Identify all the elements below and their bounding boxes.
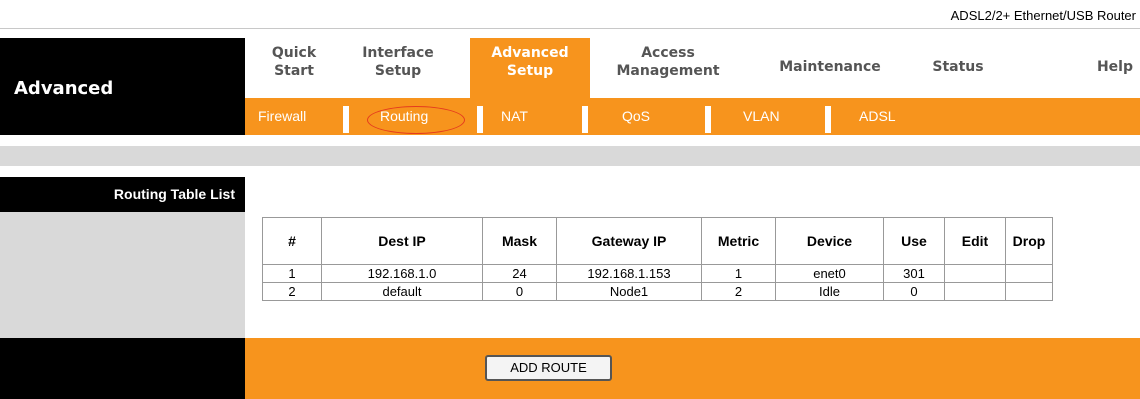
nav-label: Status [932,59,984,75]
table-cell: default [321,282,483,301]
nav-label: Help [1096,59,1134,75]
drop-cell[interactable] [1005,264,1053,283]
highlight-circle [367,106,465,134]
footer-left-panel [0,338,245,399]
table-cell: Idle [775,282,884,301]
routing-table: # Dest IP Mask Gateway IP Metric Device … [262,217,1053,301]
column-header: Drop [1005,217,1053,265]
separator-band [0,146,1140,166]
left-panel [0,212,245,338]
subnav-separator [705,106,711,133]
nav-quick-start[interactable]: Quick Start [263,44,325,80]
column-header: # [262,217,322,265]
table-cell: 0 [883,282,945,301]
column-header: Metric [701,217,776,265]
subnav-separator [825,106,831,133]
section-label: Routing Table List [0,177,245,212]
subnav-qos[interactable]: QoS [622,98,650,135]
nav-access-management[interactable]: Access Management [613,44,723,80]
table-header-row: # Dest IP Mask Gateway IP Metric Device … [262,217,1053,265]
table-cell: 0 [482,282,557,301]
drop-cell[interactable] [1005,282,1053,301]
table-cell: 192.168.1.153 [556,264,702,283]
nav-maintenance[interactable]: Maintenance [775,58,885,76]
subnav-vlan[interactable]: VLAN [743,98,780,135]
subnav-nat[interactable]: NAT [501,98,528,135]
nav-label: Advanced Setup [491,45,569,79]
add-route-button[interactable]: ADD ROUTE [485,355,612,381]
nav-help[interactable]: Help [1093,58,1137,76]
subnav-separator [343,106,349,133]
edit-cell[interactable] [944,264,1006,283]
subnav-separator [582,106,588,133]
section-title: Routing Table List [113,186,235,202]
column-header: Device [775,217,884,265]
edit-cell[interactable] [944,282,1006,301]
column-header: Edit [944,217,1006,265]
table-row: 2 default 0 Node1 2 Idle 0 [262,282,1053,301]
nav-label: Maintenance [779,59,881,75]
table-cell: 1 [262,264,322,283]
routing-table-container: # Dest IP Mask Gateway IP Metric Device … [262,217,1053,301]
header-divider [0,28,1140,29]
table-cell: 24 [482,264,557,283]
nav-status[interactable]: Status [928,58,988,76]
product-name: ADSL2/2+ Ethernet/USB Router [950,8,1136,23]
column-header: Dest IP [321,217,483,265]
table-cell: 2 [262,282,322,301]
subnav-adsl[interactable]: ADSL [859,98,896,135]
table-cell: Node1 [556,282,702,301]
table-cell: 192.168.1.0 [321,264,483,283]
nav-interface-setup[interactable]: Interface Setup [353,44,443,80]
table-cell: enet0 [775,264,884,283]
table-cell: 2 [701,282,776,301]
nav-label: Interface Setup [362,45,434,79]
nav-label: Quick Start [271,45,317,79]
main-nav: Quick Start Interface Setup Advanced Set… [245,38,1140,98]
table-row: 1 192.168.1.0 24 192.168.1.153 1 enet0 3… [262,264,1053,283]
page-title: Advanced [14,78,114,99]
nav-advanced-setup[interactable]: Advanced Setup [470,38,590,98]
column-header: Gateway IP [556,217,702,265]
column-header: Use [883,217,945,265]
table-cell: 301 [883,264,945,283]
nav-label: Access Management [616,45,720,79]
column-header: Mask [482,217,557,265]
table-cell: 1 [701,264,776,283]
subnav-separator [477,106,483,133]
footer-bar [245,338,1140,399]
subnav-firewall[interactable]: Firewall [258,98,306,135]
